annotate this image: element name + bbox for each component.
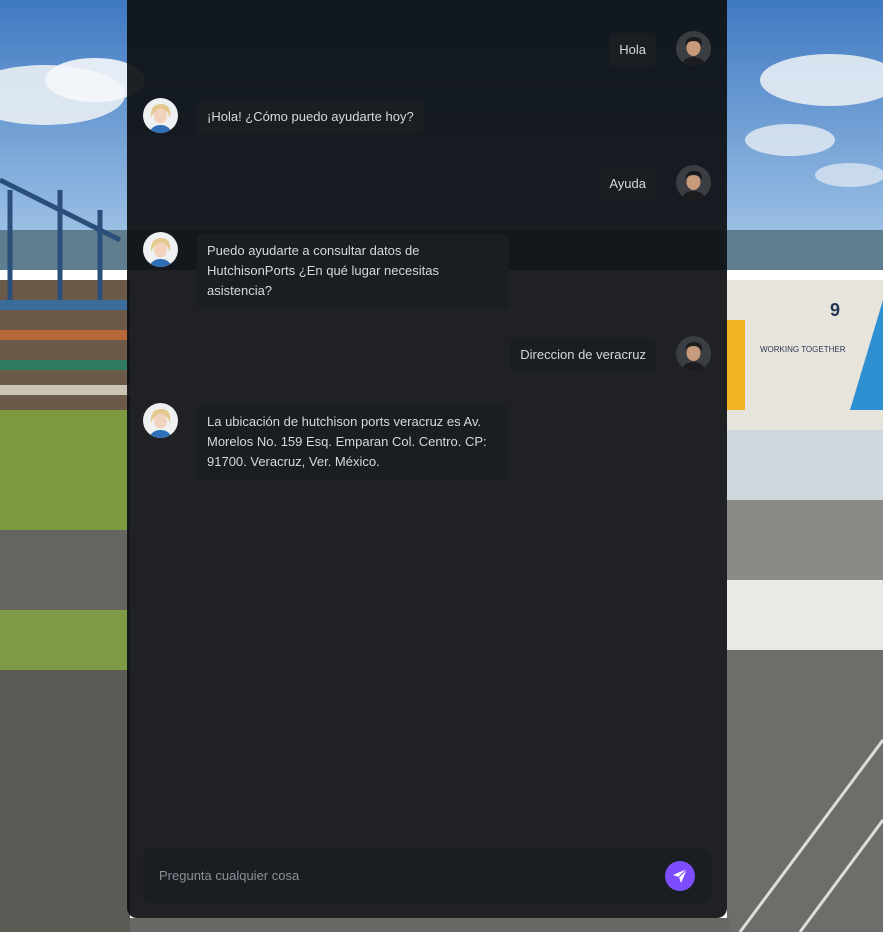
message-list: Hola ¡Hola! ¿Cómo puedo ayudarte hoy? Ay… (127, 0, 727, 830)
message-assistant: ¡Hola! ¿Cómo puedo ayudarte hoy? (143, 98, 711, 138)
chat-panel: Hola ¡Hola! ¿Cómo puedo ayudarte hoy? Ay… (127, 0, 727, 918)
message-bubble: Puedo ayudarte a consultar datos de Hutc… (197, 234, 509, 308)
assistant-avatar (143, 232, 178, 267)
message-user: Direccion de veracruz (143, 336, 711, 376)
send-button[interactable] (665, 861, 695, 891)
send-icon (673, 868, 688, 883)
assistant-avatar (143, 98, 178, 133)
message-bubble: Ayuda (599, 167, 656, 201)
message-assistant: La ubicación de hutchison ports veracruz… (143, 403, 711, 483)
message-bubble: ¡Hola! ¿Cómo puedo ayudarte hoy? (197, 100, 424, 134)
user-avatar (676, 31, 711, 66)
message-bubble: Hola (609, 33, 656, 67)
message-user: Hola (143, 31, 711, 71)
message-user: Ayuda (143, 165, 711, 205)
message-bubble: La ubicación de hutchison ports veracruz… (197, 405, 509, 479)
chat-input-bar (143, 848, 711, 903)
chat-input[interactable] (159, 848, 639, 903)
user-avatar (676, 165, 711, 200)
svg-text:WORKING TOGETHER: WORKING TOGETHER (760, 345, 846, 354)
message-assistant: Puedo ayudarte a consultar datos de Hutc… (143, 232, 711, 312)
assistant-avatar (143, 403, 178, 438)
message-bubble: Direccion de veracruz (510, 338, 656, 372)
svg-text:9: 9 (830, 300, 840, 320)
user-avatar (676, 336, 711, 371)
